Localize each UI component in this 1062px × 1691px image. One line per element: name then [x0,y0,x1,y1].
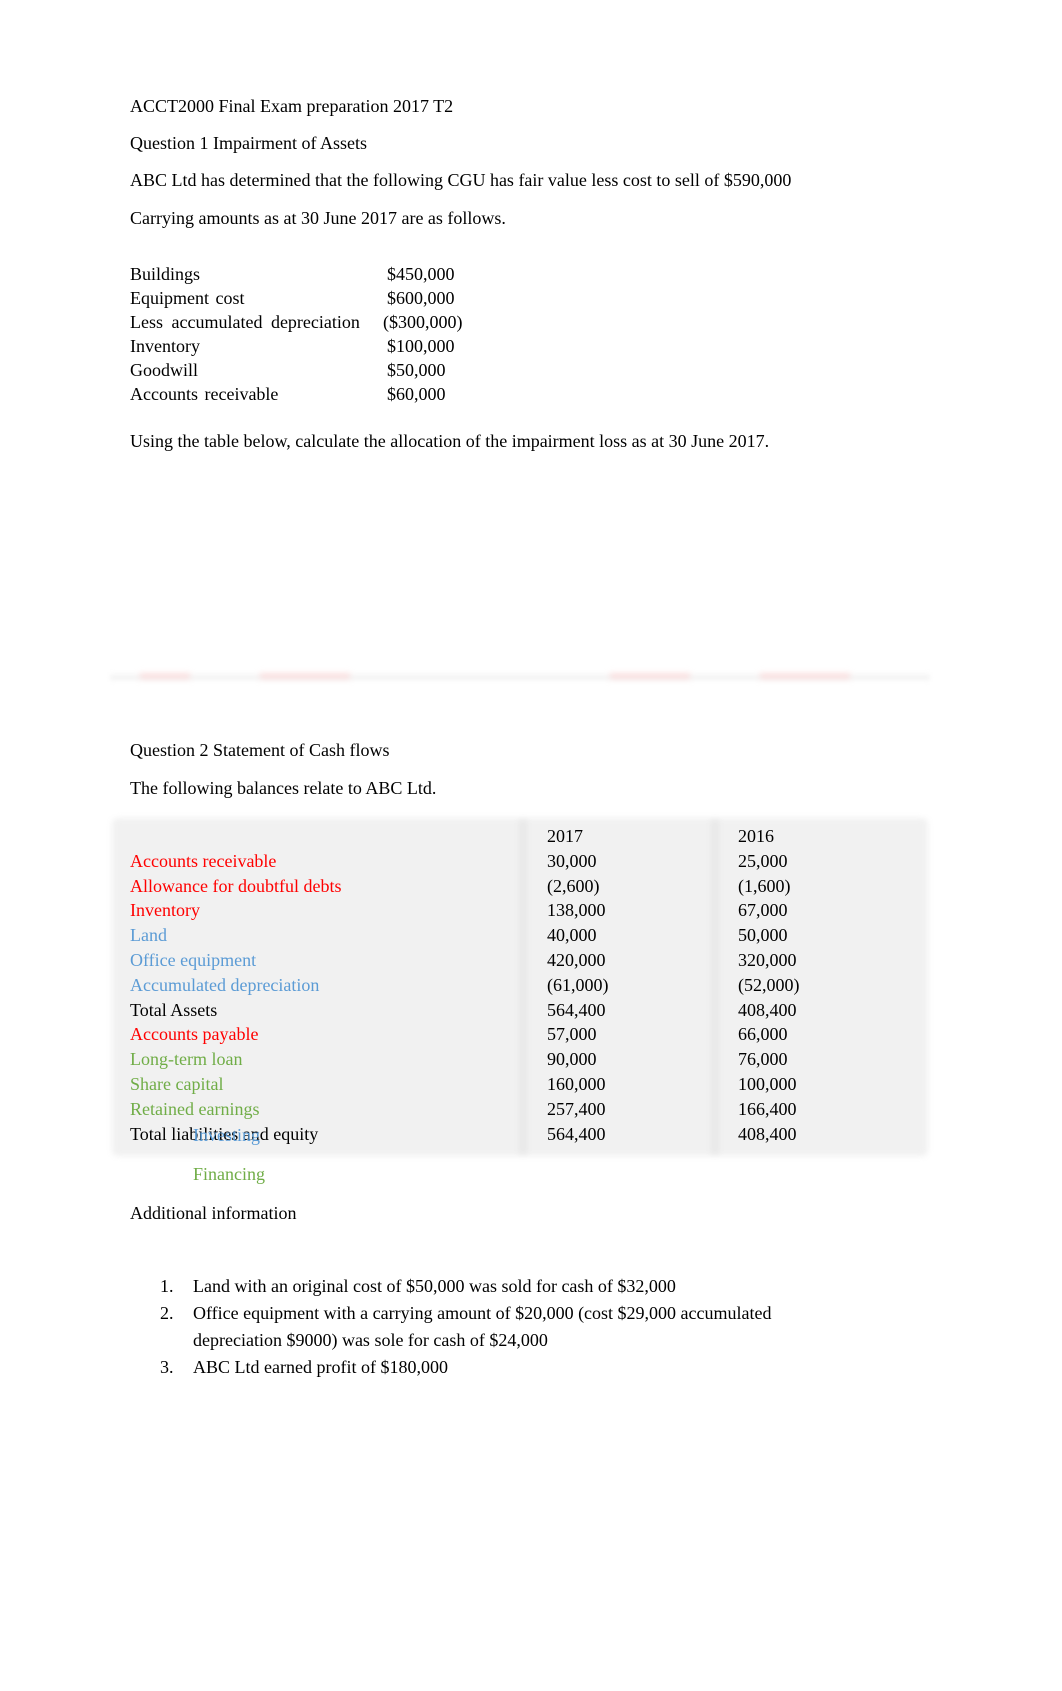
balances-table: 2017 2016 Accounts receivable 30,000 25,00… [130,824,930,1146]
row-value-2016: (1,600) [738,875,791,896]
item-number: 3. [160,1357,174,1377]
carrying-row: Less accumulated depreciation ($300,000) [130,310,530,334]
row-label: Retained earnings [130,1098,260,1119]
row-value-2017: (2,600) [547,875,600,896]
row-value-2017: 138,000 [547,900,606,921]
row-value-2017: (61,000) [547,974,609,995]
item-number: 1. [160,1276,174,1296]
carrying-value: $450,000 [387,264,455,284]
carrying-label: Goodwill [130,360,199,380]
row-value-2017: 57,000 [547,1024,597,1045]
row-label: Total Assets [130,999,218,1020]
additional-info-item: 1. Land with an original cost of $50,000… [130,1273,850,1300]
item-number: 2. [160,1303,174,1323]
row-value-2017: 420,000 [547,949,606,970]
header-cell-2017: 2017 [547,826,583,846]
document-title: ACCT2000 Final Exam preparation 2017 T2 [130,96,454,116]
question1-heading: Question 1 Impairment of Assets [130,133,367,153]
row-value-2016: 408,400 [738,1123,797,1144]
row-value-2016: 50,000 [738,925,788,946]
row-value-2017: 90,000 [547,1049,597,1070]
row-value-2016: (52,000) [738,974,800,995]
row-label: Accounts receivable [130,850,277,871]
additional-info-item: 2. Office equipment with a carrying amou… [130,1300,850,1354]
balances-row: Allowance for doubtful debts (2,600) (1,60… [130,874,930,899]
balances-row: Long-term loan 90,000 76,000 [130,1047,930,1072]
carrying-amounts-intro: Carrying amounts as at 30 June 2017 are … [130,208,506,228]
row-value-2016: 100,000 [738,1073,797,1094]
row-value-2016: 320,000 [738,949,797,970]
balances-row: Accounts receivable 30,000 25,000 [130,849,930,874]
row-value-2017: 257,400 [547,1098,606,1119]
row-value-2017: 30,000 [547,850,597,871]
carrying-label: Less accumulated depreciation [130,312,360,332]
balances-row: Land 40,000 50,000 [130,923,930,948]
row-label: Allowance for doubtful debts [130,875,342,896]
carrying-value: $50,000 [387,360,446,380]
question2-heading: Question 2 Statement of Cash flows [130,740,390,760]
row-label: Inventory [130,900,200,921]
row-label: Long-term loan [130,1049,243,1070]
carrying-row: Accounts receivable $60,000 [130,382,530,406]
additional-info-list: 1. Land with an original cost of $50,000… [130,1273,850,1381]
row-value-2016: 408,400 [738,999,797,1020]
balances-row: Accumulated depreciation (61,000) (52,000) [130,973,930,998]
row-label: Accumulated depreciation [130,974,320,995]
question1-intro: ABC Ltd has determined that the followin… [130,170,792,190]
row-value-2016: 66,000 [738,1024,788,1045]
row-value-2016: 67,000 [738,900,788,921]
balances-row: Office equipment 420,000 320,000 [130,948,930,973]
carrying-value: ($300,000) [383,312,463,332]
carrying-label: Buildings [130,264,201,284]
carrying-value: $600,000 [387,288,455,308]
carrying-value: $60,000 [387,384,446,404]
impairment-instruction: Using the table below, calculate the all… [130,431,770,451]
question2-intro: The following balances relate to ABC Ltd… [130,778,437,798]
carrying-row: Goodwill $50,000 [130,358,530,382]
carrying-row: Equipment cost $600,000 [130,286,530,310]
carrying-row: Inventory $100,000 [130,334,530,358]
row-label: Office equipment [130,949,257,970]
row-value-2017: 564,400 [547,999,606,1020]
row-value-2016: 76,000 [738,1049,788,1070]
balances-row: Inventory 138,000 67,000 [130,898,930,923]
balances-row: Total Assets 564,400 408,400 [130,998,930,1023]
balances-row: Share capital 160,000 100,000 [130,1072,930,1097]
row-value-2017: 564,400 [547,1123,606,1144]
carrying-label: Inventory [130,336,200,356]
item-text: ABC Ltd earned profit of $180,000 [193,1357,448,1377]
document-page: ACCT2000 Final Exam preparation 2017 T2 … [0,0,1062,1691]
balances-header-row: 2017 2016 [130,824,930,849]
balances-row: Accounts payable 57,000 66,000 [130,1022,930,1047]
legend-investing: Investing [193,1125,260,1145]
header-cell-2016: 2016 [738,826,774,846]
item-text: Land with an original cost of $50,000 wa… [193,1276,676,1296]
additional-info-item: 3. ABC Ltd earned profit of $180,000 [130,1354,850,1381]
row-value-2016: 166,400 [738,1098,797,1119]
carrying-label: Equipment cost [130,288,245,308]
row-label: Share capital [130,1073,224,1094]
row-value-2017: 160,000 [547,1073,606,1094]
additional-info-heading: Additional information [130,1203,297,1223]
balances-row: Retained earnings 257,400 166,400 [130,1097,930,1122]
carrying-label: Accounts receivable [130,384,279,404]
legend-financing: Financing [193,1164,265,1184]
carrying-amounts-table: Buildings $450,000 Equipment cost $600,0… [130,262,530,406]
blurred-table-edge [110,672,930,682]
row-value-2017: 40,000 [547,925,597,946]
row-label: Accounts payable [130,1024,259,1045]
row-value-2016: 25,000 [738,850,788,871]
carrying-row: Buildings $450,000 [130,262,530,286]
row-label: Land [130,925,167,946]
item-text: Office equipment with a carrying amount … [193,1303,772,1350]
carrying-value: $100,000 [387,336,455,356]
